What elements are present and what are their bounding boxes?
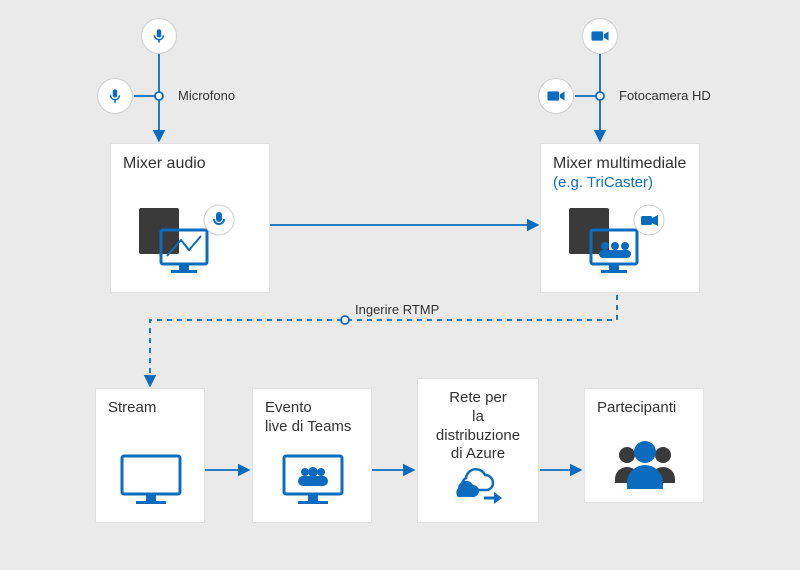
audio-mixer-box: Mixer audio (110, 143, 270, 293)
monitor-people-icon (278, 450, 348, 510)
ingest-label: Ingerire RTMP (355, 302, 439, 317)
camera-label: Fotocamera HD (619, 88, 711, 103)
people-icon (605, 437, 685, 492)
microphone-icon (141, 18, 177, 54)
desktop-mic-icon (131, 202, 241, 282)
media-mixer-subtitle: (e.g. TriCaster) (553, 174, 687, 191)
microphone-label: Microfono (178, 88, 235, 103)
teams-live-box: Evento live di Teams (252, 388, 372, 523)
desktop-camera-icon (561, 202, 671, 282)
cloud-arrow-icon (444, 460, 514, 510)
camera-icon (582, 18, 618, 54)
stream-box: Stream (95, 388, 205, 523)
media-mixer-box: Mixer multimediale (e.g. TriCaster) (540, 143, 700, 293)
audio-mixer-title: Mixer audio (123, 154, 257, 174)
microphone-icon (97, 78, 133, 114)
azure-cdn-box: Rete per la distribuzione di Azure (417, 378, 539, 523)
media-mixer-title: Mixer multimediale (553, 154, 687, 174)
camera-icon (538, 78, 574, 114)
stream-title: Stream (108, 399, 192, 418)
monitor-icon (116, 450, 186, 510)
azure-cdn-title: Rete per la distribuzione di Azure (430, 389, 526, 464)
teams-live-title: Evento live di Teams (265, 399, 359, 437)
attendees-box: Partecipanti (584, 388, 704, 503)
attendees-title: Partecipanti (597, 399, 691, 418)
